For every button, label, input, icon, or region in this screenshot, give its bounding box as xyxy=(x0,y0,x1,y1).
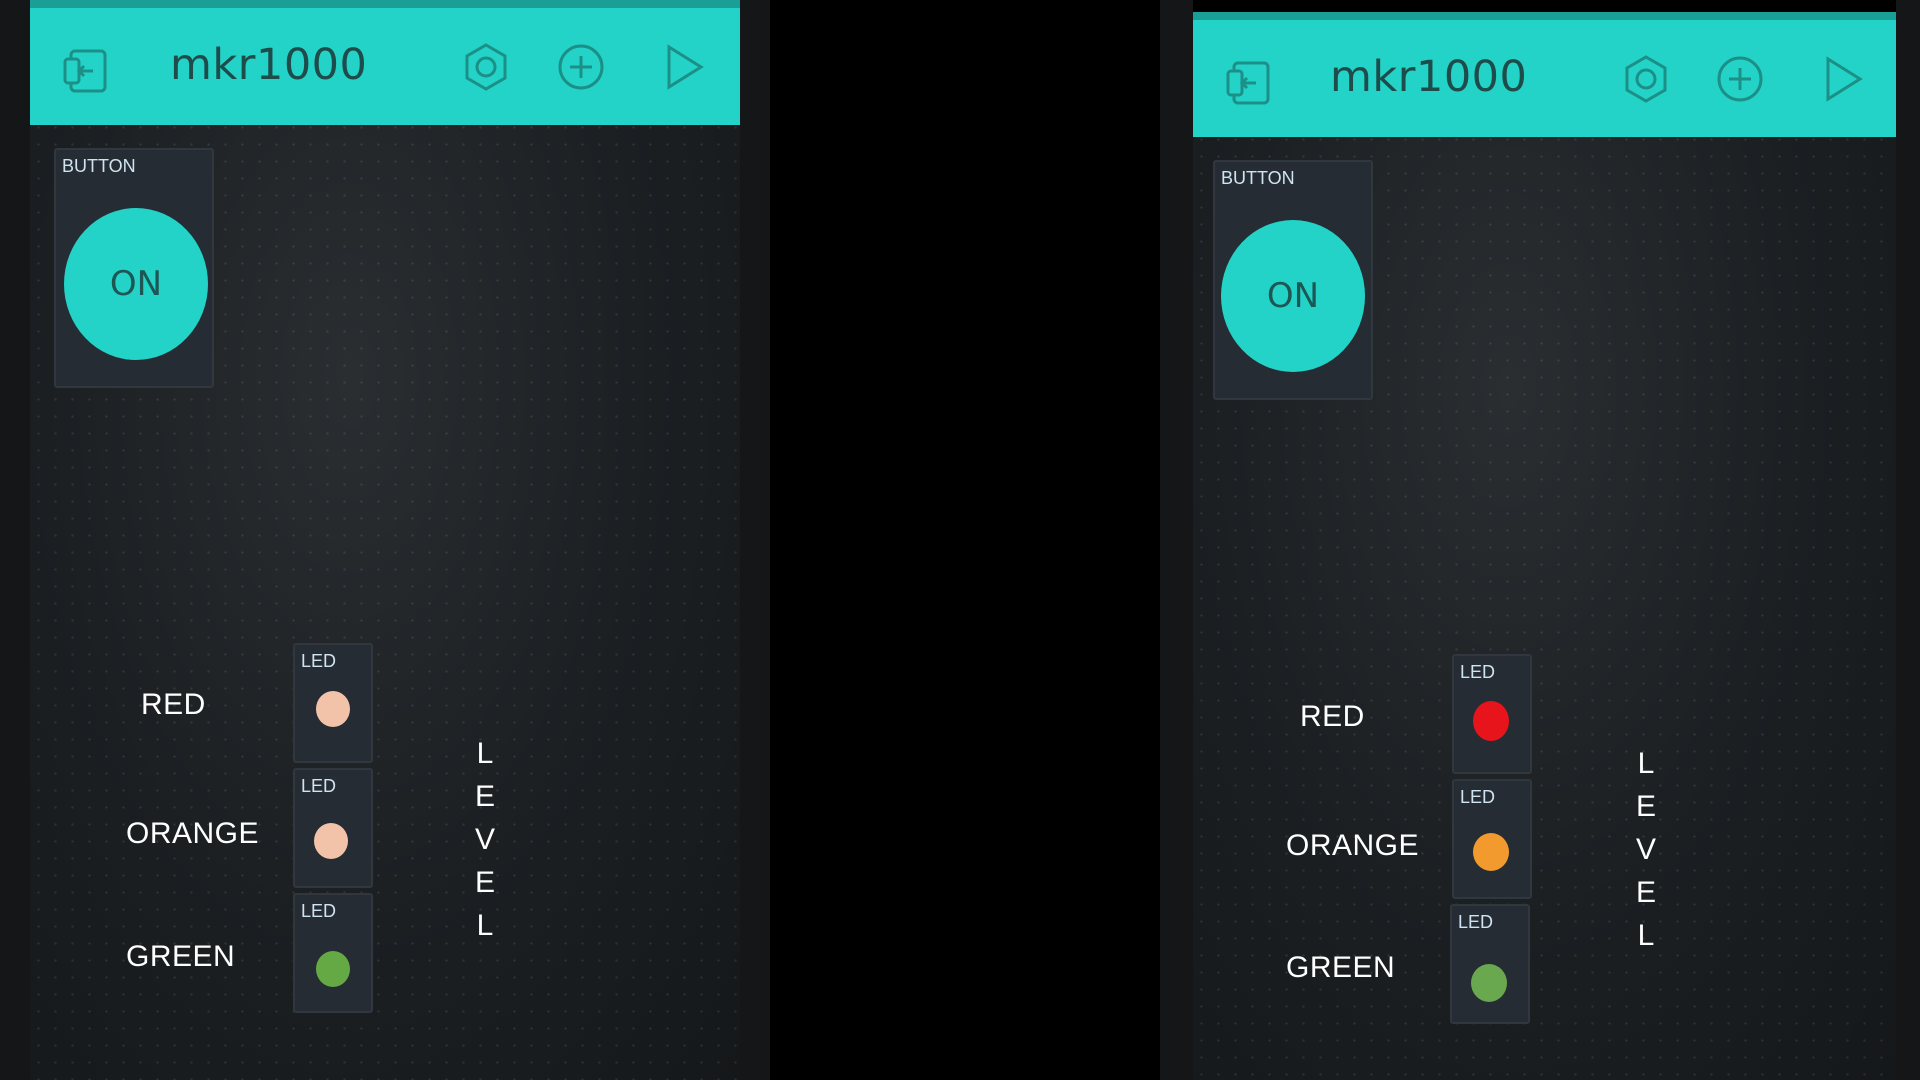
led-orange-indicator xyxy=(1473,833,1509,871)
led-label-green: GREEN xyxy=(126,940,236,973)
phone-bezel-right xyxy=(740,0,770,1080)
play-icon[interactable] xyxy=(654,38,712,96)
app-header: mkr1000 xyxy=(1193,12,1896,137)
level-letter: E xyxy=(1636,790,1657,823)
button-widget: BUTTON ON xyxy=(54,148,214,388)
phone-bezel-left xyxy=(0,0,30,1080)
phone-screen: mkr1000 BUTTON ON LED LED LED xyxy=(30,0,740,1080)
led-widget-green: LED xyxy=(293,893,373,1013)
add-icon[interactable] xyxy=(1711,50,1769,108)
on-button[interactable]: ON xyxy=(64,208,208,360)
led-label-orange: ORANGE xyxy=(1286,829,1420,862)
settings-hexagon-icon[interactable] xyxy=(457,38,515,96)
on-button[interactable]: ON xyxy=(1221,220,1365,372)
led-widget-red: LED xyxy=(1452,654,1532,774)
back-icon[interactable] xyxy=(58,42,116,100)
phone-screen: mkr1000 BUTTON ON LED LED LED xyxy=(1193,12,1896,1080)
led-widget-title: LED xyxy=(1460,662,1496,682)
led-red-indicator xyxy=(316,691,350,727)
level-letter: L xyxy=(1637,919,1655,952)
phone-bezel-right xyxy=(1896,0,1920,1080)
button-widget-title: BUTTON xyxy=(1221,168,1295,188)
led-widget-title: LED xyxy=(1458,912,1494,932)
level-letter: E xyxy=(475,866,496,899)
led-orange-indicator xyxy=(314,823,348,859)
led-widget-red: LED xyxy=(293,643,373,763)
led-widget-title: LED xyxy=(301,776,337,796)
app-header: mkr1000 xyxy=(30,0,740,125)
button-widget-title: BUTTON xyxy=(62,156,136,176)
level-letter: L xyxy=(1637,747,1655,780)
left-screenshot: mkr1000 BUTTON ON LED LED LED RED ORANGE… xyxy=(0,0,770,1080)
phone-bezel-left xyxy=(1160,0,1193,1080)
settings-hexagon-icon[interactable] xyxy=(1617,50,1675,108)
led-label-green: GREEN xyxy=(1286,951,1396,984)
level-vertical-label: L E V E L xyxy=(1636,742,1656,957)
add-icon[interactable] xyxy=(552,38,610,96)
led-widget-green: LED xyxy=(1450,904,1530,1024)
right-screenshot: mkr1000 BUTTON ON LED LED LED RED ORANGE… xyxy=(1160,0,1920,1080)
led-green-indicator xyxy=(316,951,350,987)
project-title: mkr1000 xyxy=(1330,52,1528,102)
led-label-orange: ORANGE xyxy=(126,817,260,850)
play-icon[interactable] xyxy=(1813,50,1871,108)
level-letter: V xyxy=(475,823,496,856)
level-letter: E xyxy=(1636,876,1657,909)
project-title: mkr1000 xyxy=(170,40,368,90)
level-letter: E xyxy=(475,780,496,813)
led-widget-orange: LED xyxy=(293,768,373,888)
level-vertical-label: L E V E L xyxy=(475,732,495,947)
level-letter: L xyxy=(476,909,494,942)
led-widget-orange: LED xyxy=(1452,779,1532,899)
led-label-red: RED xyxy=(1300,700,1365,733)
level-letter: V xyxy=(1636,833,1657,866)
led-widget-title: LED xyxy=(301,901,337,921)
back-icon[interactable] xyxy=(1221,54,1279,112)
button-widget: BUTTON ON xyxy=(1213,160,1373,400)
led-red-indicator xyxy=(1473,701,1509,741)
led-green-indicator xyxy=(1471,964,1507,1002)
level-letter: L xyxy=(476,737,494,770)
led-widget-title: LED xyxy=(301,651,337,671)
led-label-red: RED xyxy=(141,688,206,721)
led-widget-title: LED xyxy=(1460,787,1496,807)
